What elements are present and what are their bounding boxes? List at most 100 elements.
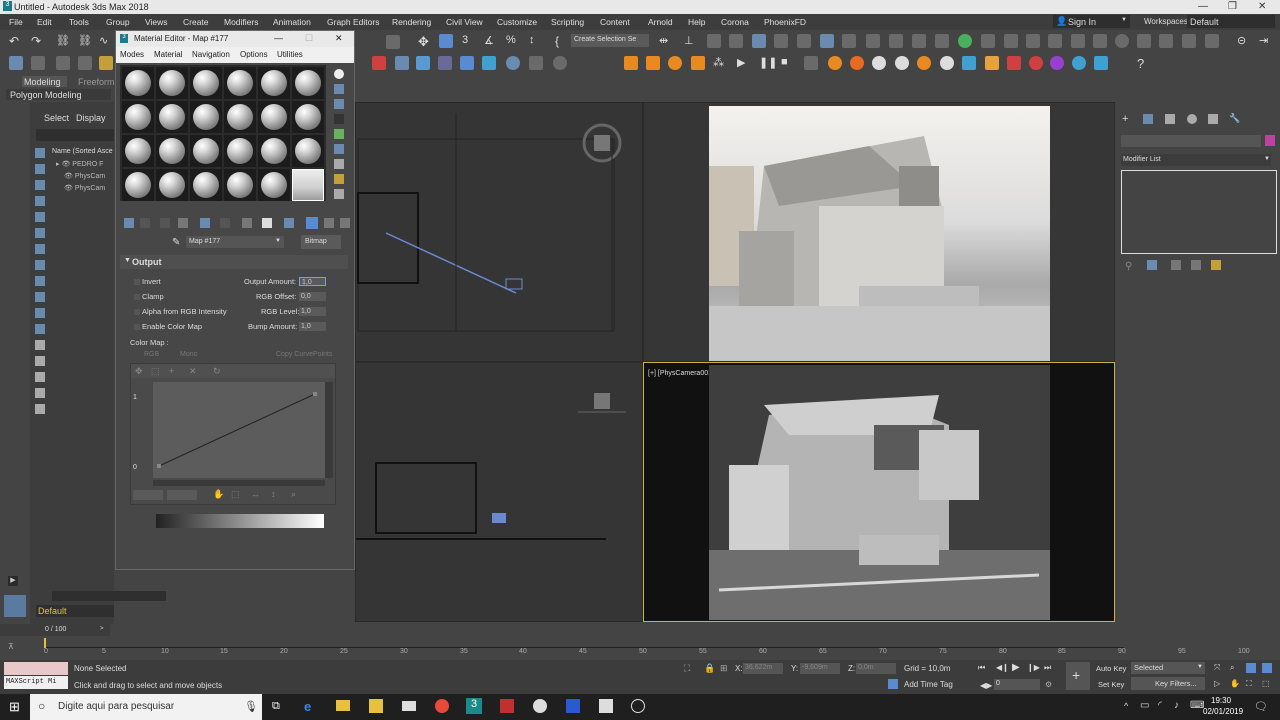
phoenix-icon-13[interactable] (1094, 56, 1108, 70)
phoenix-icon-3[interactable] (872, 56, 886, 70)
tb-icon-p[interactable]: ⇥ (1259, 34, 1273, 48)
material-editor-icon[interactable] (797, 34, 811, 48)
key-set-dropdown[interactable]: Selected ▼ (1131, 662, 1205, 674)
mirror-tb-icon[interactable]: ⇹ (659, 34, 673, 48)
region-icon[interactable] (78, 56, 92, 70)
tb-icon-i[interactable] (1093, 34, 1107, 48)
tb-icon-e[interactable] (1004, 34, 1018, 48)
lock-icon[interactable] (35, 404, 45, 414)
layer-icon[interactable] (529, 56, 543, 70)
curve-graph[interactable] (153, 382, 325, 478)
sample-slot[interactable] (122, 101, 154, 133)
zoom-horizontal-icon[interactable]: ↔ (251, 489, 260, 499)
tb-icon-k[interactable] (1137, 34, 1151, 48)
edge-icon[interactable]: e (304, 699, 311, 714)
key-mode-icon[interactable]: ◀▶ (980, 681, 992, 690)
unlink-icon[interactable]: ⛓ (78, 34, 92, 48)
output-amount-spinner[interactable]: 1,0 (299, 277, 326, 286)
time-config-icon[interactable]: ⚙ (1045, 680, 1052, 689)
schematic-icon[interactable] (774, 34, 788, 48)
menu-phoenixfd[interactable]: PhoenixFD (764, 17, 806, 27)
tb-icon-h[interactable] (1071, 34, 1085, 48)
signin-button[interactable]: 👤 Sign In ▼ (1053, 15, 1130, 28)
pan-view-icon[interactable] (1262, 663, 1272, 673)
render-tb-icon-4[interactable] (691, 56, 705, 70)
lock-selection-icon[interactable]: 🔒 (704, 663, 715, 674)
phoenix-icon-6[interactable] (940, 56, 954, 70)
viewport-render[interactable] (643, 102, 1115, 362)
bump-amount-spinner[interactable]: 1,0 (299, 322, 326, 331)
align-tb-icon[interactable]: ⊥ (684, 34, 698, 48)
curve-coord-x-field[interactable] (133, 490, 163, 500)
goto-start-icon[interactable]: ⏮ (978, 663, 985, 673)
tab-freeform[interactable]: Freeform (78, 77, 115, 87)
filter-icon-13[interactable] (35, 340, 45, 350)
sample-slot[interactable] (292, 101, 324, 133)
curve-hscroll[interactable] (153, 480, 325, 486)
goto-end-icon[interactable]: ⏭ (1044, 663, 1051, 673)
zoom-icon[interactable]: ⌕ (291, 489, 296, 500)
move-icon[interactable]: ✥ (418, 34, 432, 49)
list-item[interactable]: 👁 PhysCam (64, 184, 105, 192)
sample-slot[interactable] (258, 67, 290, 99)
viewport-top[interactable] (355, 102, 643, 362)
object-name-field[interactable] (1121, 135, 1261, 147)
background-icon[interactable] (334, 99, 344, 109)
make-unique-icon[interactable] (220, 218, 230, 228)
tb-icon-g[interactable] (1048, 34, 1062, 48)
zoom-vertical-icon[interactable]: ↕ (271, 489, 276, 499)
redo-icon[interactable]: ↷ (31, 34, 45, 48)
filter-icon-1[interactable] (35, 148, 45, 158)
render-tb-icon-3[interactable] (668, 56, 682, 70)
sample-slot[interactable] (258, 101, 290, 133)
rotate-icon[interactable] (439, 34, 453, 48)
go-forward-icon[interactable] (340, 218, 350, 228)
play-icon[interactable]: ▶ (1012, 662, 1020, 673)
notifications-icon[interactable]: 🗨 (1254, 700, 1268, 713)
menu-content[interactable]: Content (600, 17, 630, 27)
layer-tb-icon[interactable] (707, 34, 721, 48)
add-point-icon[interactable]: + (169, 366, 174, 376)
filter-icon-11[interactable] (35, 308, 45, 318)
tb-icon-j[interactable] (1115, 34, 1129, 48)
fov-icon[interactable]: ▷ (1214, 679, 1220, 688)
task-view-icon[interactable]: ⧉ (272, 700, 280, 713)
phoenix-icon-4[interactable] (895, 56, 909, 70)
track-bar[interactable] (44, 638, 1124, 648)
menu-material[interactable]: Material (154, 50, 182, 59)
tab-modeling[interactable]: Modeling (22, 76, 67, 87)
bind-icon[interactable]: ∿ (99, 34, 113, 48)
explorer-scrollbar[interactable] (52, 591, 166, 601)
explorer-search-field[interactable] (36, 129, 114, 141)
time-slider[interactable]: 0 / 100 > (0, 624, 110, 636)
move-point-icon[interactable]: ✥ (135, 366, 143, 377)
select-by-name-icon[interactable] (56, 56, 70, 70)
filter-icon-12[interactable] (35, 324, 45, 334)
go-to-parent-icon[interactable] (324, 218, 334, 228)
maximize-icon[interactable]: ☐ (305, 33, 313, 44)
menu-graph-editors[interactable]: Graph Editors (327, 17, 379, 27)
filter-icon-2[interactable] (35, 164, 45, 174)
undo-icon[interactable]: ↶ (9, 34, 23, 48)
mono-radio[interactable]: Mono (180, 351, 198, 358)
region-zoom-icon[interactable]: ⬚ (1262, 679, 1270, 688)
add-time-tag[interactable]: Add Time Tag (904, 680, 953, 689)
clock-date[interactable]: 02/01/2019 (1203, 707, 1243, 716)
make-unique-icon[interactable] (1171, 260, 1181, 270)
render-frame-icon[interactable] (842, 34, 856, 48)
reset-curve-icon[interactable]: ↻ (213, 366, 221, 377)
phoenix-icon-9[interactable] (1007, 56, 1021, 70)
phoenix-icon-11[interactable] (1050, 56, 1064, 70)
window-crossing-icon[interactable] (99, 56, 113, 70)
sample-slot[interactable] (190, 169, 222, 201)
alpha-from-rgb-checkbox[interactable] (134, 309, 140, 315)
play-tb-icon[interactable]: ▶ (737, 56, 751, 70)
enable-color-map-checkbox[interactable] (134, 324, 140, 330)
rgb-level-spinner[interactable]: 1,0 (299, 307, 326, 316)
tb-icon-l[interactable] (1159, 34, 1173, 48)
modify-tab-icon[interactable] (1143, 114, 1153, 124)
sample-slot[interactable] (190, 135, 222, 167)
put-to-scene-icon[interactable] (140, 218, 150, 228)
tb-icon-c[interactable] (935, 34, 949, 48)
tb-icon-m[interactable] (1182, 34, 1196, 48)
